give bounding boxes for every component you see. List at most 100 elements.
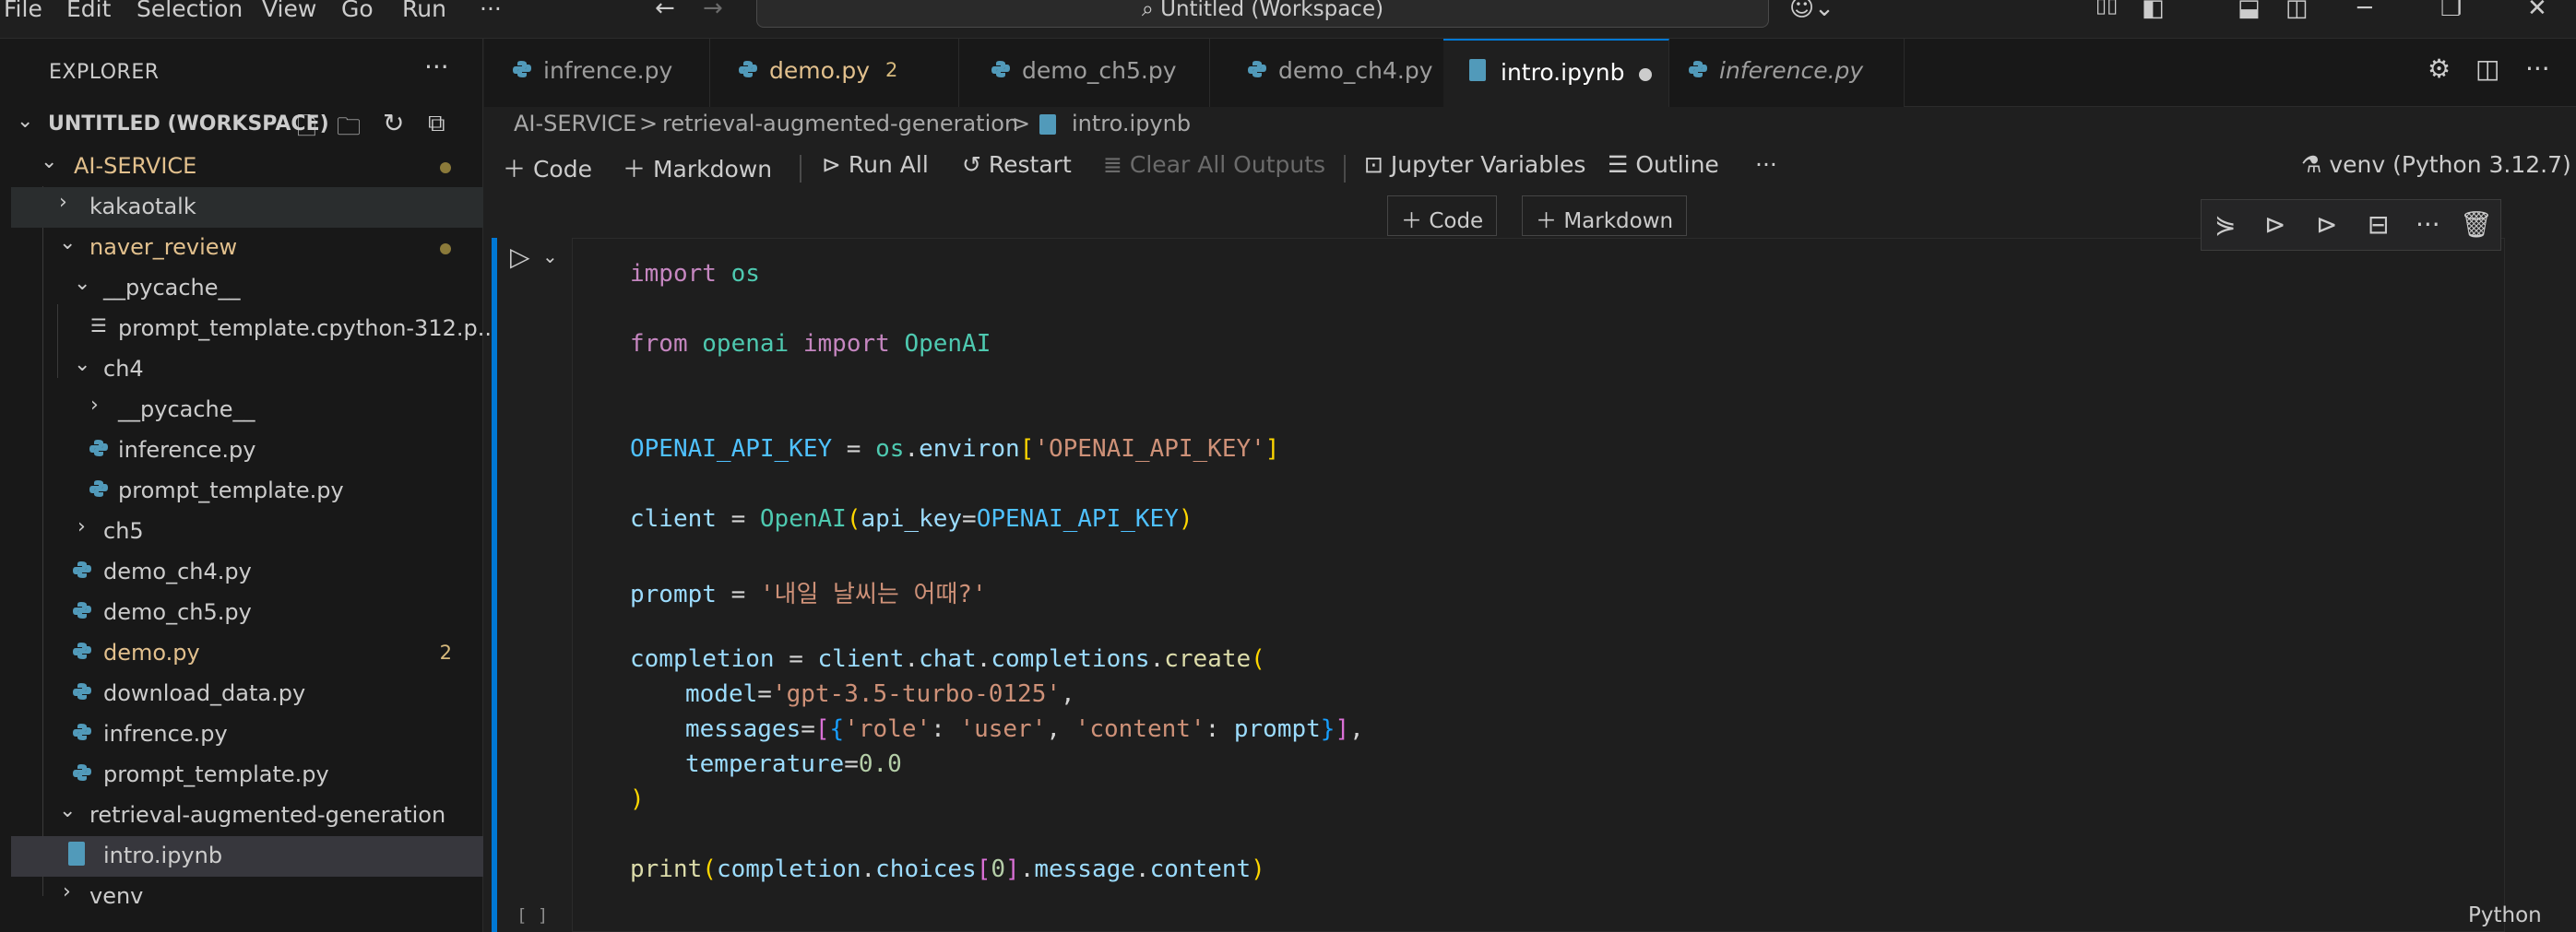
tree-folder-pycache[interactable]: ⌄ __pycache__ <box>11 268 483 309</box>
run-by-line-icon[interactable]: ⋟ <box>2214 209 2236 240</box>
add-code-cell-button[interactable]: ＋ Code <box>503 151 592 184</box>
run-all-button[interactable]: ⊳ Run All <box>822 151 929 178</box>
tab-inference[interactable]: inference.py <box>1669 39 1905 107</box>
gear-icon[interactable]: ⚙ <box>2428 53 2451 84</box>
chevron-down-icon: ⌄ <box>59 799 77 822</box>
code-token: { <box>829 715 845 743</box>
toggle-secondary-sidebar-icon[interactable]: ◫ <box>2285 0 2309 22</box>
tab-intro-ipynb[interactable]: intro.ipynb <box>1443 39 1669 107</box>
tree-folder-ai-service[interactable]: ⌄ AI-SERVICE <box>11 147 483 187</box>
new-folder-icon[interactable]: 🗀 <box>337 110 361 150</box>
tree-folder-ch4[interactable]: ⌄ ch4 <box>11 349 483 390</box>
tree-folder-pycache[interactable]: › __pycache__ <box>11 390 483 431</box>
python-file-icon <box>73 561 91 578</box>
tab-label: demo_ch5.py <box>1022 57 1177 84</box>
restore-window-icon[interactable]: ❐ <box>2440 0 2462 22</box>
add-markdown-cell-button[interactable]: ＋ Markdown <box>623 151 772 184</box>
back-arrow-icon[interactable]: ← <box>655 0 675 22</box>
kernel-picker[interactable]: ⚗ venv (Python 3.12.7) <box>2301 151 2571 178</box>
code-token: [ <box>1019 435 1035 463</box>
breadcrumb-item[interactable]: retrieval-augmented-generation <box>662 111 1018 136</box>
more-actions-icon[interactable]: ··· <box>2525 53 2550 84</box>
button-label: Restart <box>988 151 1072 178</box>
tree-folder-kakaotalk[interactable]: › kakaotalk <box>11 187 483 228</box>
plus-icon: ＋ <box>623 156 647 183</box>
customize-layout-icon[interactable]: ▯▯ <box>2095 0 2118 18</box>
code-token: import <box>802 330 890 358</box>
outline-button[interactable]: ☰ Outline <box>1608 151 1719 178</box>
tab-demo-ch4[interactable]: demo_ch4.py <box>1210 39 1462 107</box>
minimize-window-icon[interactable]: ─ <box>2357 0 2372 22</box>
explorer-more-icon[interactable]: ··· <box>424 52 449 82</box>
run-cell-icon[interactable]: ▷ <box>510 242 530 272</box>
chevron-down-icon: ⌄ <box>41 150 58 173</box>
toggle-primary-sidebar-icon[interactable]: ◧ <box>2142 0 2165 22</box>
tree-file-prompt-template[interactable]: prompt_template.py <box>11 471 483 512</box>
notebook-file-icon <box>68 842 85 866</box>
copilot-icon[interactable]: ☺⌄ <box>1789 0 1834 22</box>
tree-file-demo-ch4[interactable]: demo_ch4.py <box>11 552 483 593</box>
button-label: Code <box>1429 209 1484 233</box>
code-token: prompt <box>630 581 717 608</box>
tree-file-demo[interactable]: demo.py 2 <box>11 633 483 674</box>
tab-label: inference.py <box>1719 57 1864 84</box>
code-line: print(completion.choices[0].message.cont… <box>630 855 1265 883</box>
tree-folder-ch5[interactable]: › ch5 <box>11 512 483 552</box>
tab-demo[interactable]: demo.py 2 <box>710 39 959 107</box>
code-token: ( <box>846 505 861 533</box>
clear-outputs-button[interactable]: ≣ Clear All Outputs <box>1103 151 1325 178</box>
toolbar-more-icon[interactable]: ··· <box>1755 151 1777 178</box>
refresh-icon[interactable]: ↻ <box>383 108 404 138</box>
split-editor-icon[interactable]: ◫ <box>2475 53 2499 84</box>
tree-folder-rag[interactable]: ⌄ retrieval-augmented-generation <box>11 796 483 836</box>
button-label: Outline <box>1635 151 1719 178</box>
workspace-header[interactable]: ⌄ UNTITLED (WORKSPACE) 🗋 🗀 ↻ ⧉ <box>11 106 483 147</box>
code-token: ] <box>1005 855 1020 883</box>
tab-infrence[interactable]: infrence.py <box>484 39 710 107</box>
menu-view[interactable]: View <box>262 0 316 22</box>
execute-above-icon[interactable]: ⊳ <box>2264 209 2285 240</box>
delete-cell-icon[interactable]: 🗑 <box>2460 209 2493 240</box>
menu-go[interactable]: Go <box>341 0 374 22</box>
tree-file-intro-ipynb[interactable]: intro.ipynb <box>11 836 483 877</box>
tree-label: __pycache__ <box>103 275 241 301</box>
forward-arrow-icon[interactable]: → <box>703 0 723 22</box>
tree-file-infrence[interactable]: infrence.py <box>11 714 483 755</box>
tree-folder-naver-review[interactable]: ⌄ naver_review <box>11 228 483 268</box>
tree-folder-venv[interactable]: › venv <box>11 877 483 917</box>
insert-code-cell-button[interactable]: ＋ Code <box>1387 195 1498 236</box>
tree-file-pyc[interactable]: ☰ prompt_template.cpython-312.p... <box>11 309 499 349</box>
unsaved-dot-icon[interactable] <box>1639 68 1652 81</box>
collapse-all-icon[interactable]: ⧉ <box>428 110 445 138</box>
code-token: 'OPENAI_API_KEY' <box>1034 435 1265 463</box>
new-file-icon[interactable]: 🗋 <box>297 110 316 150</box>
jupyter-variables-button[interactable]: ⊡ Jupyter Variables <box>1364 151 1585 178</box>
tree-file-inference[interactable]: inference.py <box>11 431 483 471</box>
menu-edit[interactable]: Edit <box>66 0 111 22</box>
run-options-chevron-icon[interactable]: ⌄ <box>542 245 558 267</box>
code-token: 'content' <box>1074 715 1205 743</box>
tree-label: download_data.py <box>103 680 306 706</box>
command-center-search[interactable]: ⌕ Untitled (Workspace) <box>756 0 1769 28</box>
breadcrumb-item[interactable]: AI-SERVICE <box>514 111 636 136</box>
menu-selection[interactable]: Selection <box>137 0 243 22</box>
tree-file-download-data[interactable]: download_data.py <box>11 674 483 714</box>
cell-more-icon[interactable]: ··· <box>2416 209 2440 240</box>
menu-run[interactable]: Run <box>402 0 446 22</box>
insert-markdown-cell-button[interactable]: ＋ Markdown <box>1522 195 1688 236</box>
close-window-icon[interactable]: ✕ <box>2527 0 2547 22</box>
menu-file[interactable]: File <box>4 0 42 22</box>
code-token: . <box>1019 855 1035 883</box>
execute-below-icon[interactable]: ⊳ <box>2316 209 2337 240</box>
toggle-panel-icon[interactable]: ⬓ <box>2238 0 2261 22</box>
split-cell-icon[interactable]: ⊟ <box>2368 209 2389 240</box>
tree-file-prompt-template[interactable]: prompt_template.py <box>11 755 483 796</box>
tree-label: demo.py <box>103 640 200 666</box>
menu-more[interactable]: ··· <box>480 0 502 22</box>
code-line: ) <box>630 785 645 813</box>
breadcrumb-item[interactable]: intro.ipynb <box>1072 111 1191 136</box>
cell-language-picker[interactable]: Python <box>2468 903 2542 927</box>
restart-button[interactable]: ↺ Restart <box>962 151 1072 178</box>
tree-file-demo-ch5[interactable]: demo_ch5.py <box>11 593 483 633</box>
tab-demo-ch5[interactable]: demo_ch5.py <box>959 39 1210 107</box>
